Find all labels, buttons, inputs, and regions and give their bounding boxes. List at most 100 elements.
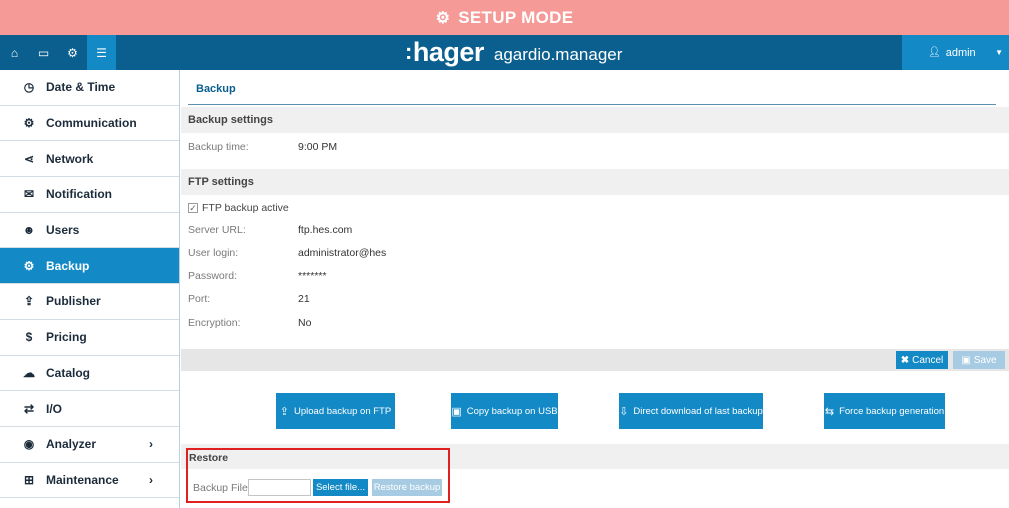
laptop-icon[interactable]: ▭ (29, 35, 58, 70)
cloud-upload-icon: ☁ (23, 365, 35, 380)
encryption-value[interactable]: No (298, 317, 311, 329)
direct-download-button[interactable]: ⇩ Direct download of last backup (619, 393, 763, 429)
server-url-label: Server URL: (188, 224, 246, 236)
sidebar-item-label: Notification (46, 187, 112, 202)
sidebar-item-label: Network (46, 151, 94, 166)
sidebar-item-maintenance[interactable]: ⊞ Maintenance › (0, 463, 179, 499)
floppy-icon: ▣ (961, 354, 971, 366)
sidebar-item-analyzer[interactable]: ◉ Analyzer › (0, 427, 179, 463)
brand: :hager agardio.manager (405, 35, 622, 70)
sidebar: ◷ Date & Time ⚙ Communication ⋖ Network … (0, 70, 180, 508)
sidebar-item-label: Users (46, 223, 80, 238)
force-backup-label: Force backup generation (839, 405, 945, 417)
gears-icon: ⚙ (23, 116, 35, 131)
encryption-row: Encryption: No (188, 315, 311, 331)
user-login-row: User login: administrator@hes (188, 245, 386, 261)
sidebar-item-label: Catalog (46, 365, 91, 380)
upload-icon: ⇪ (23, 294, 35, 309)
retweet-icon: ⇆ (824, 405, 835, 418)
sidebar-item-label: Analyzer (46, 437, 97, 452)
cancel-button[interactable]: ✖ Cancel (896, 351, 948, 369)
backup-time-value[interactable]: 9:00 PM (298, 141, 337, 153)
sidebar-item-label: Backup (46, 258, 90, 273)
sidebar-item-io[interactable]: ⇄ I/O (0, 391, 179, 427)
clock-icon: ◷ (23, 80, 35, 95)
save-button[interactable]: ▣ Save (953, 351, 1005, 369)
sidebar-item-label: Publisher (46, 294, 101, 309)
highlight-box (186, 448, 450, 503)
direct-download-label: Direct download of last backup (633, 405, 763, 417)
sidebar-item-label: Pricing (46, 330, 87, 345)
user-login-value[interactable]: administrator@hes (298, 247, 386, 259)
title-divider (188, 104, 996, 105)
medkit-icon: ⊞ (23, 472, 35, 487)
exchange-icon: ⇄ (23, 401, 35, 416)
eye-icon: ◉ (23, 437, 35, 452)
setup-mode-banner: ⚙ SETUP MODE (0, 0, 1009, 35)
password-label: Password: (188, 270, 238, 282)
gears-icon[interactable]: ⚙ (58, 35, 87, 70)
checkbox-icon[interactable]: ✓ (188, 203, 198, 213)
sidebar-item-backup[interactable]: ⚙ Backup (0, 248, 179, 285)
backup-settings-header: Backup settings (181, 107, 1009, 133)
sidebar-item-users[interactable]: ☻ Users (0, 213, 179, 249)
sidebar-item-catalog[interactable]: ☁ Catalog (0, 356, 179, 392)
chevron-right-icon: › (149, 472, 153, 487)
port-row: Port: 21 (188, 291, 310, 307)
port-label: Port: (188, 293, 211, 305)
dollar-icon: $ (25, 330, 33, 345)
sidebar-item-notification[interactable]: ✉ Notification (0, 177, 179, 213)
home-icon[interactable]: ⌂ (0, 35, 29, 70)
encryption-label: Encryption: (188, 317, 241, 329)
port-value[interactable]: 21 (298, 293, 310, 305)
user-name: admin (945, 46, 976, 59)
user-menu[interactable]: 👤︎ admin ▼ (902, 35, 1009, 70)
floppy-icon: ▣ (451, 405, 462, 418)
users-icon: ☻ (22, 223, 36, 238)
user-login-label: User login: (188, 247, 239, 259)
envelope-icon: ✉ (23, 187, 35, 202)
server-url-row: Server URL: ftp.hes.com (188, 222, 352, 238)
chevron-right-icon: › (149, 437, 153, 452)
sidebar-item-network[interactable]: ⋖ Network (0, 141, 179, 178)
sidebar-item-date-time[interactable]: ◷ Date & Time (0, 70, 179, 106)
sliders-icon[interactable]: ☰ (87, 35, 116, 70)
ftp-backup-active-label: FTP backup active (202, 202, 289, 214)
ftp-settings-header: FTP settings (181, 169, 1009, 195)
sidebar-item-label: Communication (46, 116, 137, 131)
top-nav: ⌂ ▭ ⚙ ☰ (0, 35, 116, 70)
force-backup-button[interactable]: ⇆ Force backup generation (824, 393, 945, 429)
sidebar-item-label: I/O (46, 401, 63, 416)
sidebar-item-label: Date & Time (46, 80, 116, 95)
sidebar-item-pricing[interactable]: $ Pricing (0, 320, 179, 356)
gears-icon: ⚙ (435, 9, 451, 27)
ftp-backup-active-checkbox[interactable]: ✓ FTP backup active (188, 202, 289, 214)
share-icon: ⋖ (23, 151, 35, 166)
copy-backup-usb-button[interactable]: ▣ Copy backup on USB (451, 393, 558, 429)
page-title: Backup (196, 83, 236, 95)
sidebar-item-publisher[interactable]: ⇪ Publisher (0, 284, 179, 320)
download-icon: ⇩ (619, 405, 629, 418)
cancel-label: Cancel (912, 354, 944, 366)
upload-ftp-label: Upload backup on FTP (294, 405, 392, 417)
close-icon: ✖ (900, 354, 910, 366)
setup-mode-text: SETUP MODE (458, 7, 574, 27)
sidebar-item-label: Maintenance (46, 472, 119, 487)
upload-backup-ftp-button[interactable]: ⇪ Upload backup on FTP (276, 393, 395, 429)
copy-usb-label: Copy backup on USB (466, 405, 558, 417)
product-name: agardio.manager (493, 44, 623, 64)
sidebar-item-communication[interactable]: ⚙ Communication (0, 106, 179, 142)
chevron-down-icon: ▼ (995, 48, 1003, 57)
password-row: Password: ******* (188, 268, 327, 284)
upload-icon: ⇪ (279, 405, 290, 418)
backup-time-row: Backup time: 9:00 PM (188, 139, 337, 155)
save-label: Save (973, 354, 997, 366)
gears-icon: ⚙ (23, 258, 35, 273)
user-icon: 👤︎ (928, 47, 941, 58)
backup-time-label: Backup time: (188, 141, 249, 153)
server-url-value[interactable]: ftp.hes.com (298, 224, 352, 236)
hager-logo: :hager (405, 37, 484, 67)
password-value[interactable]: ******* (298, 270, 327, 282)
top-bar: ⌂ ▭ ⚙ ☰ :hager agardio.manager 👤︎ admin … (0, 35, 1009, 70)
action-bar: ✖ Cancel ▣ Save (181, 349, 1009, 371)
